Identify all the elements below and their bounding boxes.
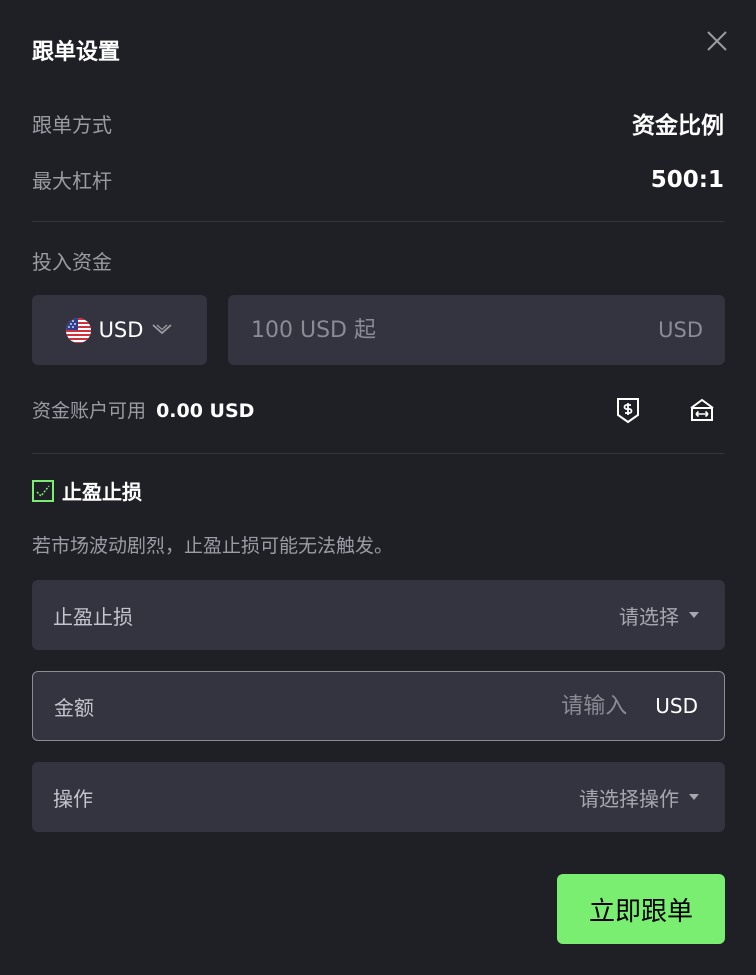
tpsl-amount-field[interactable]: 金额 USD	[32, 671, 725, 741]
tpsl-warning: 若市场波动剧烈，止盈止损可能无法触发。	[32, 535, 394, 557]
copy-mode-label: 跟单方式	[32, 112, 112, 137]
copy-mode-value: 资金比例	[632, 113, 724, 139]
tpsl-amount-unit: USD	[655, 694, 698, 718]
investment-amount-unit: USD	[658, 318, 703, 342]
tpsl-checkbox-label: 止盈止损	[62, 480, 142, 504]
available-balance: 资金账户可用 0.00 USD	[32, 396, 254, 423]
available-balance-value: 0.00 USD	[156, 400, 255, 422]
transfer-icon[interactable]	[688, 396, 716, 424]
max-leverage-value: 500:1	[650, 166, 724, 193]
available-balance-label: 资金账户可用	[32, 400, 147, 422]
tpsl-type-select[interactable]: 止盈止损 请选择	[32, 580, 725, 650]
checkbox-checked-icon[interactable]	[32, 479, 54, 502]
currency-select[interactable]: USD	[32, 295, 207, 365]
tpsl-action-select[interactable]: 操作 请选择操作	[32, 762, 725, 832]
dialog-title: 跟单设置	[32, 40, 121, 65]
us-flag-icon	[65, 317, 91, 343]
currency-value: USD	[98, 318, 144, 342]
investment-label: 投入资金	[32, 250, 112, 274]
copy-now-button[interactable]: 立即跟单	[557, 874, 725, 944]
max-leverage-row: 最大杠杆 500:1	[32, 165, 724, 194]
caret-down-icon	[689, 794, 699, 800]
copy-trade-settings-dialog: 跟单设置 跟单方式 资金比例 最大杠杆 500:1 投入资金 USD 100 U…	[0, 0, 756, 975]
tpsl-amount-label: 金额	[54, 695, 94, 720]
divider	[32, 453, 724, 454]
chevron-down-icon	[151, 321, 173, 340]
divider	[32, 221, 724, 222]
copy-mode-row: 跟单方式 资金比例	[32, 106, 724, 140]
tpsl-type-label: 止盈止损	[53, 604, 133, 629]
tpsl-action-label: 操作	[53, 786, 93, 811]
investment-amount-field[interactable]: USD	[228, 295, 725, 365]
close-icon[interactable]	[704, 28, 730, 54]
tpsl-amount-input[interactable]	[405, 692, 630, 720]
max-leverage-label: 最大杠杆	[32, 169, 112, 193]
investment-amount-input[interactable]	[249, 316, 613, 344]
tpsl-type-placeholder: 请选择	[619, 604, 679, 629]
tpsl-action-placeholder: 请选择操作	[579, 786, 679, 811]
caret-down-icon	[689, 612, 699, 618]
dollar-shield-icon[interactable]	[614, 396, 642, 424]
tpsl-checkbox[interactable]: 止盈止损	[32, 476, 142, 505]
